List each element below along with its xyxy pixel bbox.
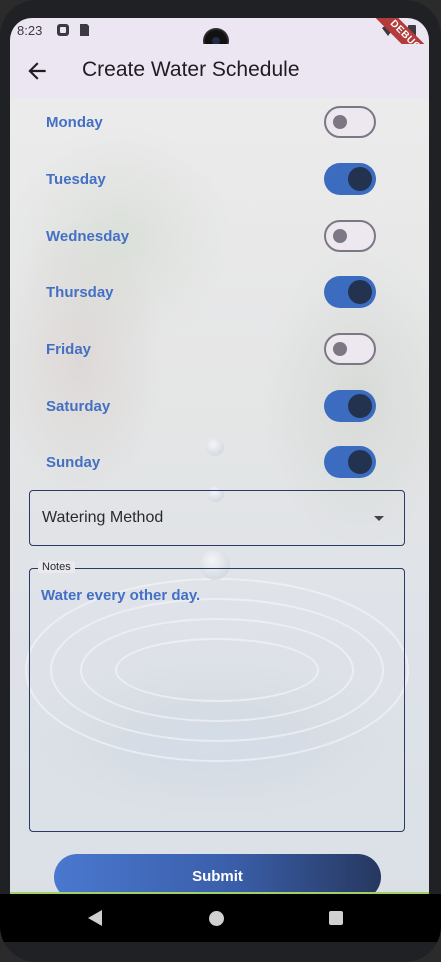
arrow-back-icon[interactable] xyxy=(24,58,50,84)
wednesday-toggle[interactable] xyxy=(324,220,376,252)
toggle-thumb xyxy=(348,280,372,304)
monday-toggle[interactable] xyxy=(324,106,376,138)
day-label: Monday xyxy=(46,114,103,131)
status-time: 8:23 xyxy=(17,23,43,38)
arrow-drop-down-icon xyxy=(374,516,384,521)
watering-method-dropdown[interactable]: Watering Method xyxy=(29,490,405,546)
notes-field[interactable]: Notes Water every other day. xyxy=(29,561,405,832)
day-label: Saturday xyxy=(46,398,111,415)
phone-frame: 8:23 DEBUG Create Water Schedule Monday … xyxy=(0,0,441,962)
toggle-thumb xyxy=(333,115,347,129)
notes-label: Notes xyxy=(38,561,75,573)
toggle-thumb xyxy=(348,167,372,191)
sim-card-icon xyxy=(80,24,89,36)
app-screen: 8:23 DEBUG Create Water Schedule Monday … xyxy=(10,18,429,894)
notes-value: Water every other day. xyxy=(41,587,201,604)
system-nav-bar xyxy=(0,894,441,942)
app-notification-icon xyxy=(57,24,69,36)
toggle-thumb xyxy=(348,394,372,418)
thursday-toggle[interactable] xyxy=(324,276,376,308)
day-label: Friday xyxy=(46,341,92,358)
page-title: Create Water Schedule xyxy=(82,58,300,81)
app-bar: Create Water Schedule xyxy=(10,44,429,98)
day-label: Sunday xyxy=(46,454,101,471)
tuesday-toggle[interactable] xyxy=(324,163,376,195)
submit-button[interactable]: Submit xyxy=(54,854,381,894)
day-label: Tuesday xyxy=(46,171,106,188)
toggle-thumb xyxy=(333,229,347,243)
saturday-toggle[interactable] xyxy=(324,390,376,422)
day-label: Thursday xyxy=(46,284,114,301)
nav-home-icon[interactable] xyxy=(209,911,224,926)
day-label: Wednesday xyxy=(46,228,130,245)
friday-toggle[interactable] xyxy=(324,333,376,365)
sunday-toggle[interactable] xyxy=(324,446,376,478)
toggle-thumb xyxy=(333,342,347,356)
nav-recents-icon[interactable] xyxy=(329,911,343,925)
toggle-thumb xyxy=(348,450,372,474)
watering-method-label: Watering Method xyxy=(42,509,164,526)
nav-back-icon[interactable] xyxy=(88,910,102,926)
